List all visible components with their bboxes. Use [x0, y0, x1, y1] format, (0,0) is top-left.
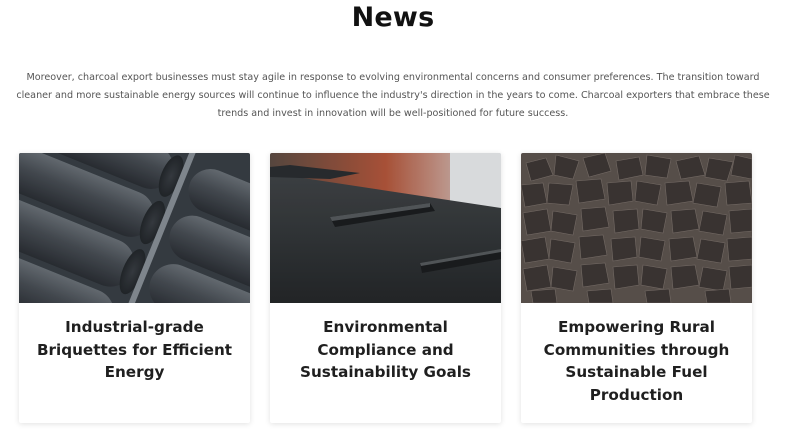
card-image-conveyor[interactable]: [270, 153, 501, 303]
briquettes-photo: [19, 153, 250, 303]
card-image-cubes[interactable]: [521, 153, 752, 303]
card-title-rural[interactable]: Empowering Rural Communities through Sus…: [521, 303, 752, 406]
news-card-rural[interactable]: Empowering Rural Communities through Sus…: [521, 153, 752, 423]
charcoal-cubes-photo: [521, 153, 752, 303]
card-image-briquettes[interactable]: [19, 153, 250, 303]
card-title-briquettes[interactable]: Industrial-grade Briquettes for Efficien…: [19, 303, 250, 384]
card-title-environmental[interactable]: Environmental Compliance and Sustainabil…: [270, 303, 501, 384]
news-card-briquettes[interactable]: Industrial-grade Briquettes for Efficien…: [19, 153, 250, 423]
page-title: News: [351, 2, 435, 33]
conveyor-photo: [270, 153, 501, 303]
news-card-environmental[interactable]: Environmental Compliance and Sustainabil…: [270, 153, 501, 423]
intro-paragraph: Moreover, charcoal export businesses mus…: [16, 72, 770, 119]
